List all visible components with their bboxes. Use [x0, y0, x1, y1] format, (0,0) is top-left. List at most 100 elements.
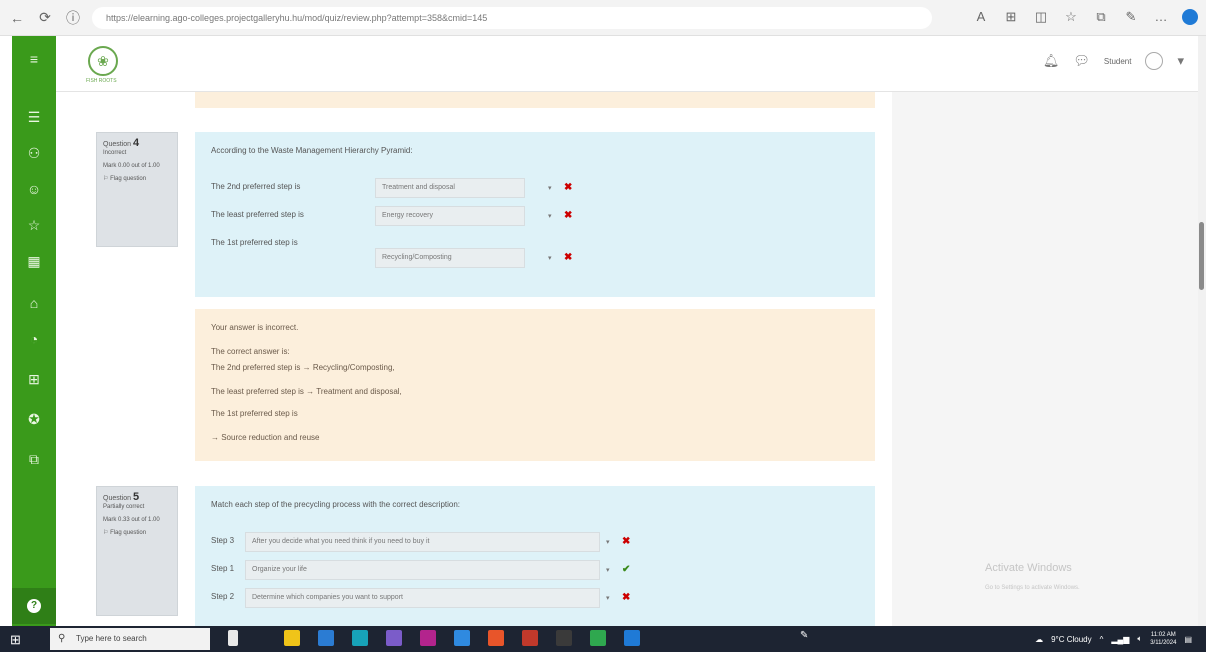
site-logo[interactable]: ❀	[88, 46, 118, 76]
app-header: ❀ FISH ROOTS 🔔︎ 💬︎ Student ▾	[56, 36, 1206, 92]
store-icon[interactable]	[318, 630, 334, 646]
clock[interactable]: 11:02 AM 3/11/2024	[1150, 631, 1176, 647]
notifications-center-icon[interactable]: ▤	[1184, 635, 1192, 644]
pen-icon[interactable]: ✎	[800, 630, 816, 646]
more-icon[interactable]: …	[1152, 6, 1170, 28]
match-row-label: The 1st preferred step is	[211, 238, 298, 247]
cortana-icon[interactable]	[228, 630, 238, 646]
avatar[interactable]	[1145, 52, 1164, 70]
app-icon[interactable]	[420, 630, 436, 646]
info-icon[interactable]: ⓘ	[62, 7, 84, 29]
search-icon: ⚲	[58, 633, 66, 644]
star-icon[interactable]: ☆	[12, 212, 56, 238]
profile-icon[interactable]: ☺	[12, 176, 56, 202]
app-icon[interactable]	[522, 630, 538, 646]
feedback-line: The 1st preferred step is	[211, 409, 298, 418]
question-mark: Mark 0.00 out of 1.00	[103, 163, 160, 169]
taskbar-search[interactable]: ⚲ Type here to search	[50, 628, 210, 650]
feedback-correct-intro: The correct answer is:	[211, 347, 290, 356]
word-icon[interactable]	[454, 630, 470, 646]
system-tray: ☁ 9°C Cloudy ^ ▂▄▆ 🔈︎ 11:02 AM 3/11/2024…	[1035, 626, 1192, 652]
activate-windows-subtitle: Go to Settings to activate Windows.	[985, 585, 1080, 591]
answer-select[interactable]: Determine which companies you want to su…	[245, 588, 600, 608]
incorrect-icon: ✖	[622, 592, 631, 603]
incorrect-icon: ✖	[564, 252, 573, 263]
answer-select[interactable]: After you decide what you need think if …	[245, 532, 600, 552]
question-number: Question 5	[103, 491, 140, 503]
grid-icon[interactable]: ⊞	[12, 366, 56, 392]
windows-taskbar: ⊞ ⚲ Type here to search ✎ ☁ 9°C Cloudy ^…	[0, 626, 1206, 652]
refresh-icon[interactable]: ⟳	[34, 7, 56, 29]
favorites-icon[interactable]: ☆	[1062, 6, 1080, 28]
messages-icon[interactable]: 💬︎	[1073, 53, 1090, 69]
username[interactable]: Student	[1104, 57, 1132, 66]
question-mark: Mark 0.33 out of 1.00	[103, 517, 160, 523]
answer-select[interactable]: Treatment and disposal	[375, 178, 525, 198]
teams-icon[interactable]	[386, 630, 402, 646]
answer-select[interactable]: Recycling/Composting	[375, 248, 525, 268]
help-button[interactable]: ?	[12, 588, 56, 624]
powerpoint-icon[interactable]	[488, 630, 504, 646]
question-info: Question 4 Incorrect Mark 0.00 out of 1.…	[96, 132, 178, 247]
edge-copilot-icon[interactable]	[1182, 9, 1198, 25]
match-row-label: Step 1	[211, 564, 235, 573]
files-icon[interactable]: ⧉	[12, 446, 56, 472]
app-icon[interactable]	[556, 630, 572, 646]
question-status: Incorrect	[103, 150, 127, 156]
flag-question-link[interactable]: ⚐ Flag question	[103, 175, 171, 184]
calendar-icon[interactable]: ▦	[12, 248, 56, 274]
incorrect-icon: ✖	[564, 182, 573, 193]
incorrect-icon: ✖	[564, 210, 573, 221]
network-icon[interactable]: ▂▄▆	[1111, 635, 1129, 644]
chevron-down-icon: ▾	[548, 213, 552, 220]
answer-select[interactable]: Energy recovery	[375, 206, 525, 226]
answer-select[interactable]: Organize your life	[245, 560, 600, 580]
chrome-icon[interactable]	[590, 630, 606, 646]
home-icon[interactable]: ⌂	[12, 290, 56, 316]
tray-chevron-icon[interactable]: ^	[1100, 635, 1104, 644]
app-available-icon[interactable]: ⊞	[1002, 6, 1020, 28]
search-placeholder: Type here to search	[76, 634, 147, 643]
menu-icon[interactable]: ≡	[12, 46, 56, 72]
weather-text[interactable]: 9°C Cloudy	[1051, 635, 1092, 644]
logo-text: FISH ROOTS	[86, 78, 117, 84]
read-aloud-icon[interactable]: A	[972, 6, 990, 28]
notifications-icon[interactable]: 🔔︎	[1043, 53, 1060, 69]
split-screen-icon[interactable]: ◫	[1032, 6, 1050, 28]
windows-start-icon[interactable]: ⊞	[10, 632, 21, 648]
chevron-down-icon: ▾	[606, 539, 610, 546]
question-box: According to the Waste Management Hierar…	[195, 132, 875, 297]
scrollbar[interactable]	[1198, 36, 1206, 626]
address-bar[interactable]: https://elearning.ago-colleges.projectga…	[92, 7, 932, 29]
file-explorer-icon[interactable]	[284, 630, 300, 646]
question-box: Match each step of the precycling proces…	[195, 486, 875, 626]
help-icon: ?	[27, 599, 41, 613]
browser-toolbar: ← ⟳ ⓘ https://elearning.ago-colleges.pro…	[0, 0, 1206, 36]
badge-icon[interactable]: ✪	[12, 406, 56, 432]
volume-icon[interactable]: 🔈︎	[1137, 634, 1142, 644]
scrollbar-thumb[interactable]	[1199, 222, 1204, 290]
list-icon[interactable]: ☰	[12, 104, 56, 130]
app-icon[interactable]	[352, 630, 368, 646]
collections-icon[interactable]: ⧉	[1092, 6, 1110, 28]
dashboard-icon[interactable]: ◔	[12, 326, 56, 352]
flag-question-link[interactable]: ⚐ Flag question	[103, 529, 171, 538]
edge-icon[interactable]	[624, 630, 640, 646]
left-sidebar: ≡ ☰ ⚇ ☺ ☆ ▦ ⌂ ◔ ⊞ ✪ ⧉ ?	[12, 36, 56, 626]
users-icon[interactable]: ⚇	[12, 140, 56, 166]
right-panel	[892, 92, 1198, 626]
answer-feedback: Your answer is incorrect. The correct an…	[195, 309, 875, 461]
extensions-icon[interactable]: ✎	[1122, 6, 1140, 28]
feedback-incorrect: Your answer is incorrect.	[211, 323, 299, 332]
flag-icon: ⚐	[103, 176, 109, 182]
quiz-review-content: Question 4 Incorrect Mark 0.00 out of 1.…	[56, 92, 892, 626]
chevron-down-icon[interactable]: ▾	[1177, 53, 1184, 69]
weather-icon[interactable]: ☁	[1035, 635, 1043, 644]
question-status: Partially correct	[103, 504, 145, 510]
chevron-down-icon: ▾	[548, 185, 552, 192]
match-row-label: The 2nd preferred step is	[211, 182, 301, 191]
question-prompt: According to the Waste Management Hierar…	[211, 146, 413, 155]
back-icon[interactable]: ←	[6, 7, 28, 29]
chevron-down-icon: ▾	[606, 567, 610, 574]
activate-windows-title: Activate Windows	[985, 562, 1072, 574]
